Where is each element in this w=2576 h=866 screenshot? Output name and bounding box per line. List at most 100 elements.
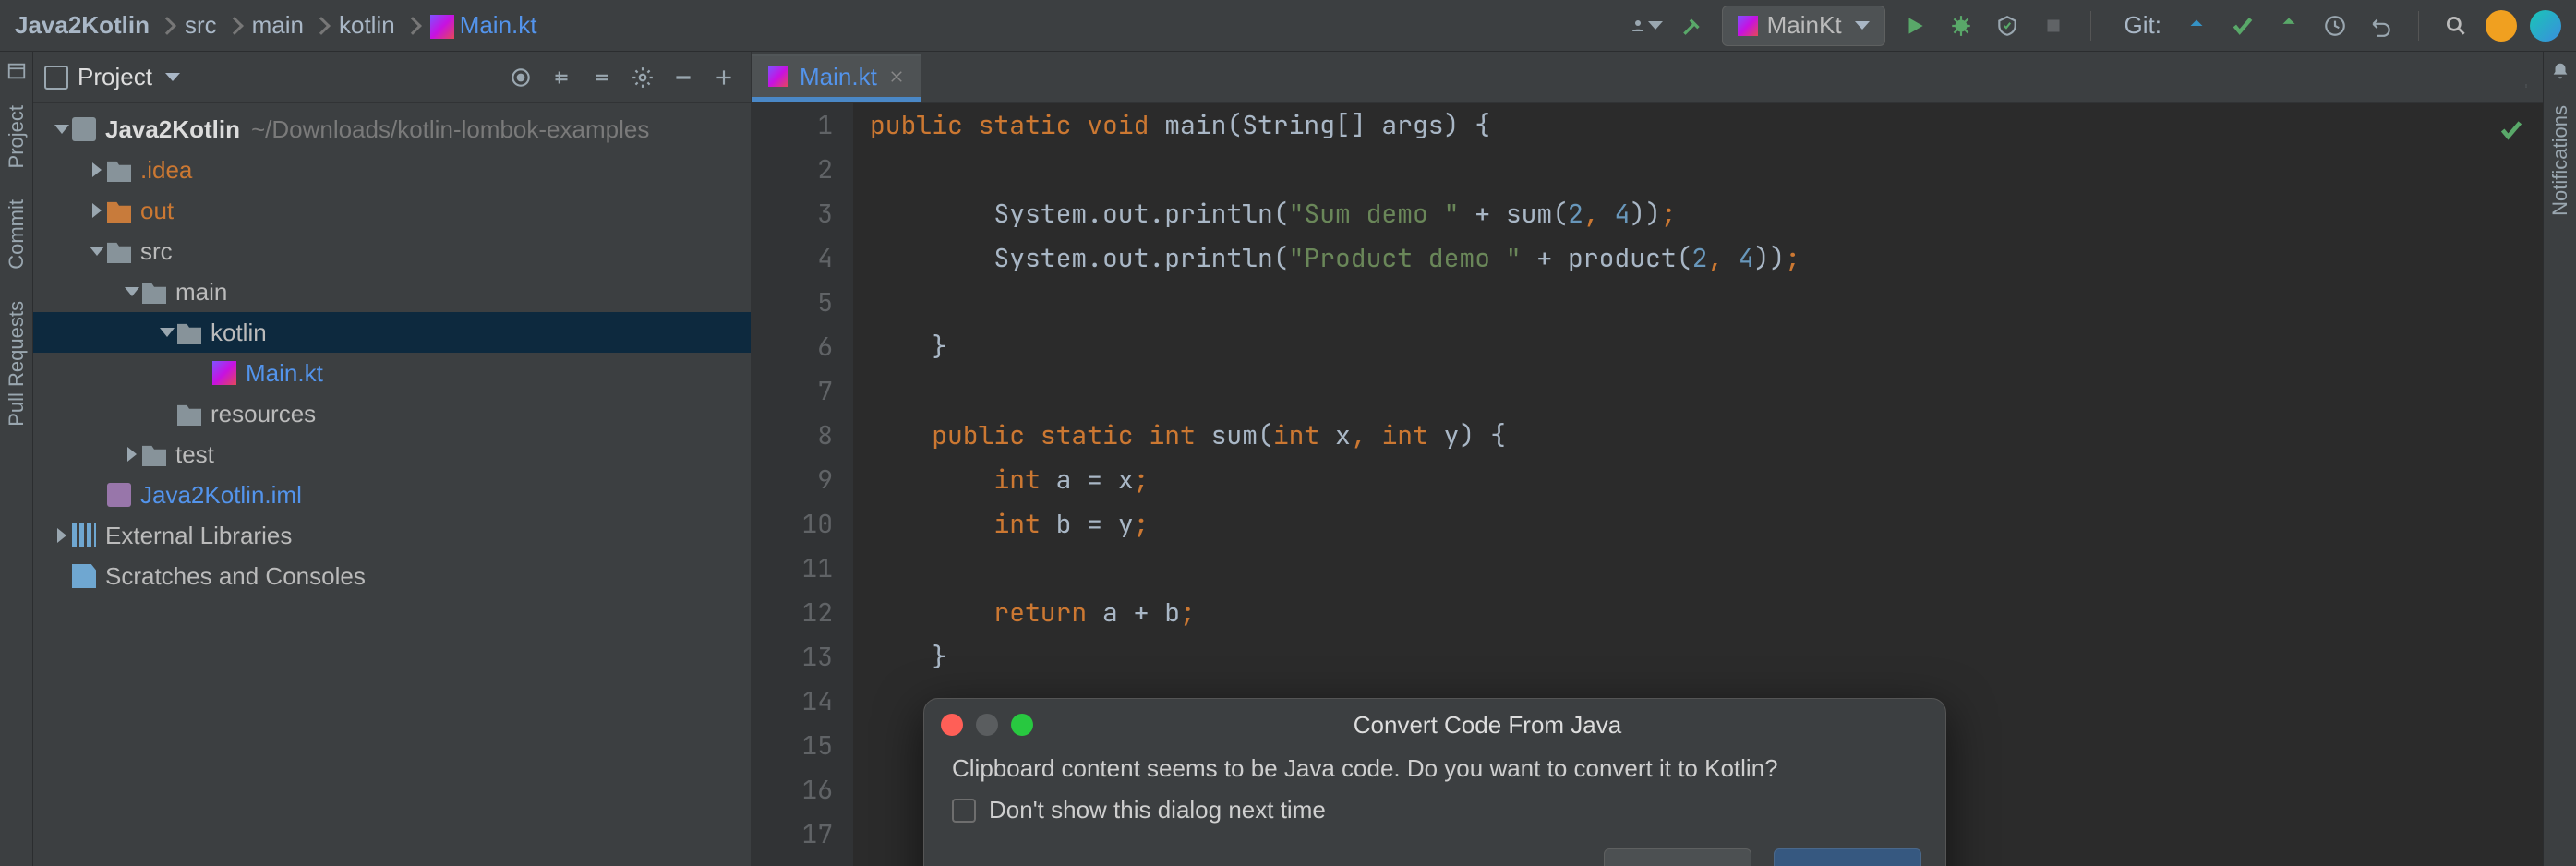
tree-row[interactable]: kotlin xyxy=(33,312,751,353)
minimize-window-icon[interactable] xyxy=(976,714,998,736)
close-icon[interactable] xyxy=(888,68,905,85)
code-line[interactable]: System.out.println("Sum demo " + sum(2, … xyxy=(870,192,2543,236)
breadcrumb-item[interactable]: src xyxy=(185,11,217,40)
breadcrumb-item[interactable]: Java2Kotlin xyxy=(15,11,150,40)
inspection-ok-icon[interactable] xyxy=(2498,113,2524,157)
tree-row[interactable]: .idea xyxy=(33,150,751,190)
code-line[interactable]: System.out.println("Product demo " + pro… xyxy=(870,236,2543,281)
window-traffic-lights[interactable] xyxy=(941,714,1033,736)
code-line[interactable]: public static void main(String[] args) { xyxy=(870,103,2543,148)
code-line[interactable]: } xyxy=(870,635,2543,680)
code-line[interactable]: int a = x; xyxy=(870,458,2543,502)
tree-twisty-icon[interactable] xyxy=(87,162,107,177)
yes-button[interactable]: Yes xyxy=(1774,848,1921,866)
chevron-right-icon xyxy=(312,17,331,35)
folder-icon xyxy=(177,320,201,344)
right-stripe-notifications[interactable]: Notifications xyxy=(2548,98,2572,223)
kt-icon xyxy=(212,361,236,385)
code-line[interactable] xyxy=(870,148,2543,192)
tree-twisty-icon[interactable] xyxy=(122,287,142,296)
tree-row[interactable]: main xyxy=(33,271,751,312)
collapse-all-icon[interactable] xyxy=(586,62,618,93)
tree-twisty-icon[interactable] xyxy=(87,203,107,218)
kotlin-icon xyxy=(1738,16,1758,36)
folder-icon xyxy=(107,198,131,223)
tree-row[interactable]: resources xyxy=(33,393,751,434)
project-view-icon xyxy=(44,66,68,90)
tree-twisty-icon[interactable] xyxy=(157,328,177,337)
zoom-window-icon[interactable] xyxy=(1011,714,1033,736)
folder-icon xyxy=(177,402,201,426)
left-stripe-pull-requests[interactable]: Pull Requests xyxy=(5,294,29,434)
tree-label: External Libraries xyxy=(105,515,292,556)
search-everywhere-icon[interactable] xyxy=(2439,9,2473,42)
tree-row[interactable]: src xyxy=(33,231,751,271)
tree-twisty-icon[interactable] xyxy=(52,528,72,543)
chevron-down-icon[interactable] xyxy=(165,73,180,81)
tree-label: Java2Kotlin~/Downloads/kotlin-lombok-exa… xyxy=(105,109,649,150)
no-button[interactable]: No xyxy=(1604,848,1751,866)
git-update-icon[interactable] xyxy=(2180,9,2213,42)
collab-icon[interactable] xyxy=(2530,10,2561,42)
editor-area: Main.kt 12345678910111213141516171819 pu… xyxy=(752,52,2543,866)
left-tool-stripe: Project Commit Pull Requests xyxy=(0,52,33,866)
hide-icon[interactable] xyxy=(708,62,740,93)
code-line[interactable]: int b = y; xyxy=(870,502,2543,547)
tab-options-icon[interactable] xyxy=(2510,69,2543,102)
project-tool-title[interactable]: Project xyxy=(78,63,152,91)
minimize-icon[interactable] xyxy=(668,62,699,93)
left-stripe-commit[interactable]: Commit xyxy=(5,192,29,277)
git-commit-icon[interactable] xyxy=(2226,9,2259,42)
tree-row[interactable]: External Libraries xyxy=(33,515,751,556)
tree-twisty-icon[interactable] xyxy=(52,125,72,134)
project-stripe-icon[interactable] xyxy=(6,61,27,81)
breadcrumb-item[interactable]: main xyxy=(252,11,304,40)
left-stripe-project[interactable]: Project xyxy=(5,98,29,175)
git-history-icon[interactable] xyxy=(2318,9,2352,42)
tree-row[interactable]: Java2Kotlin~/Downloads/kotlin-lombok-exa… xyxy=(33,109,751,150)
code-line[interactable]: } xyxy=(870,325,2543,369)
folder-icon xyxy=(142,442,166,466)
dont-show-again-checkbox[interactable]: Don't show this dialog next time xyxy=(952,796,1918,824)
tool-settings-icon[interactable] xyxy=(627,62,658,93)
tree-label: resources xyxy=(211,393,316,434)
git-rollback-icon[interactable] xyxy=(2365,9,2398,42)
git-push-icon[interactable] xyxy=(2272,9,2305,42)
tree-label: Scratches and Consoles xyxy=(105,556,366,596)
code-line[interactable]: public static int sum(int x, int y) { xyxy=(870,414,2543,458)
run-configuration-selector[interactable]: MainKt xyxy=(1722,6,1885,46)
close-window-icon[interactable] xyxy=(941,714,963,736)
tree-row[interactable]: test xyxy=(33,434,751,475)
code-line[interactable] xyxy=(870,281,2543,325)
build-icon[interactable] xyxy=(1676,9,1709,42)
project-tree[interactable]: Java2Kotlin~/Downloads/kotlin-lombok-exa… xyxy=(33,103,751,596)
project-tool-header: Project xyxy=(33,52,751,103)
expand-all-icon[interactable] xyxy=(546,62,577,93)
editor-tab-main-kt[interactable]: Main.kt xyxy=(752,54,921,102)
editor-gutter[interactable]: 12345678910111213141516171819 xyxy=(752,103,853,866)
avatar[interactable] xyxy=(2486,10,2517,42)
tree-row[interactable]: Scratches and Consoles xyxy=(33,556,751,596)
chevron-down-icon xyxy=(1855,21,1870,30)
coverage-icon[interactable] xyxy=(1991,9,2024,42)
tree-row[interactable]: Java2Kotlin.iml xyxy=(33,475,751,515)
tree-twisty-icon[interactable] xyxy=(122,447,142,462)
code-line[interactable]: return a + b; xyxy=(870,591,2543,635)
user-menu-icon[interactable] xyxy=(1630,9,1663,42)
select-opened-file-icon[interactable] xyxy=(505,62,536,93)
code-line[interactable] xyxy=(870,547,2543,591)
checkbox-icon[interactable] xyxy=(952,799,976,823)
breadcrumb-item[interactable]: kotlin xyxy=(339,11,395,40)
tree-row[interactable]: Main.kt xyxy=(33,353,751,393)
run-icon[interactable] xyxy=(1898,9,1932,42)
debug-icon[interactable] xyxy=(1944,9,1978,42)
mod-icon xyxy=(72,117,96,141)
breadcrumb[interactable]: Java2Kotlin src main kotlin Main.kt xyxy=(15,11,537,40)
breadcrumb-item[interactable]: Main.kt xyxy=(430,11,537,40)
code-line[interactable] xyxy=(870,369,2543,414)
notifications-icon[interactable] xyxy=(2550,61,2570,81)
tree-twisty-icon[interactable] xyxy=(87,247,107,256)
editor-tabbar: Main.kt xyxy=(752,52,2543,103)
tree-label: .idea xyxy=(140,150,192,190)
tree-row[interactable]: out xyxy=(33,190,751,231)
